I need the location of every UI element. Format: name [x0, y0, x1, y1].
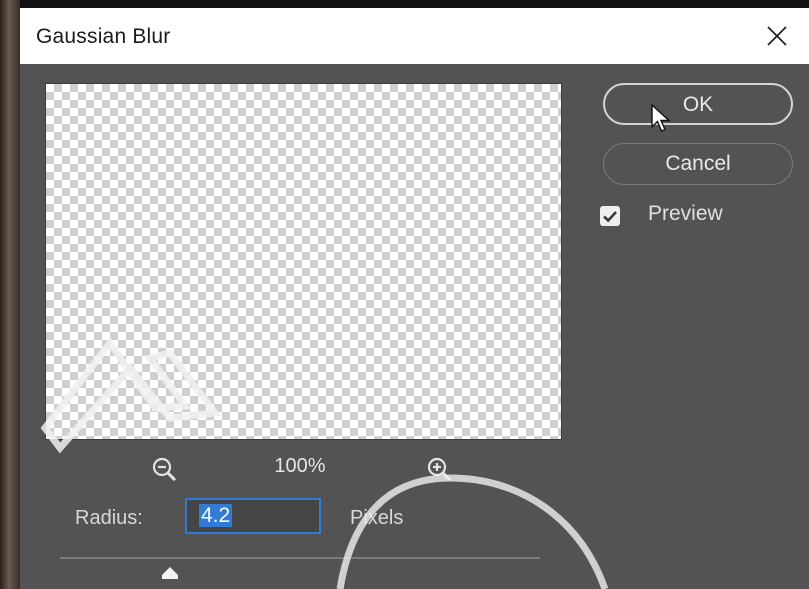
close-button[interactable] — [763, 22, 791, 50]
gaussian-blur-dialog: Gaussian Blur 100% Radius: 4.2 Pixels OK… — [20, 8, 809, 589]
dialog-title: Gaussian Blur — [36, 25, 171, 48]
zoom-in-button[interactable] — [425, 455, 455, 485]
preview-checkbox-label[interactable]: Preview — [648, 202, 723, 226]
zoom-in-icon — [427, 457, 452, 482]
background-left-edge — [0, 0, 20, 589]
radius-label: Radius: — [75, 507, 143, 529]
close-icon — [767, 26, 787, 46]
radius-slider-track[interactable] — [60, 557, 540, 559]
radius-value: 4.2 — [199, 504, 233, 527]
zoom-level: 100% — [274, 455, 326, 477]
radius-slider-thumb[interactable] — [161, 566, 179, 580]
preview-canvas[interactable] — [45, 83, 562, 440]
checkmark-icon — [603, 211, 617, 223]
slider-thumb-icon — [162, 567, 178, 579]
ok-button[interactable]: OK — [603, 83, 793, 125]
zoom-out-icon — [152, 457, 177, 482]
zoom-out-button[interactable] — [150, 455, 180, 485]
dialog-titlebar: Gaussian Blur — [20, 8, 809, 64]
radius-input[interactable]: 4.2 — [185, 498, 321, 534]
radius-unit-label: Pixels — [350, 507, 404, 529]
preview-checkbox[interactable] — [600, 206, 620, 226]
background-top-edge — [0, 0, 809, 8]
cancel-button[interactable]: Cancel — [603, 143, 793, 185]
